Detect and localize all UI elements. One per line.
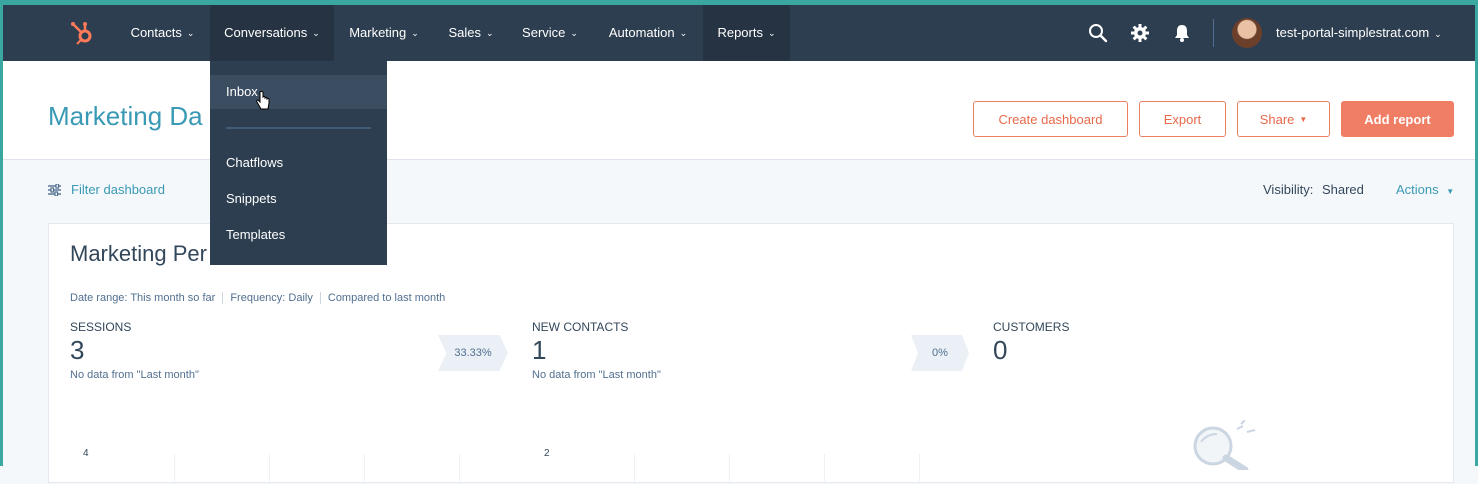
- axis-tick-label: 4: [83, 448, 89, 459]
- top-navigation: Contacts ⌄ Conversations ⌄ Marketing ⌄ Sale…: [0, 5, 1478, 61]
- nav-label: Sales: [448, 25, 481, 40]
- bell-icon[interactable]: [1171, 22, 1193, 44]
- nav-label: Conversations: [224, 25, 308, 40]
- search-icon[interactable]: [1087, 22, 1109, 44]
- page-title: Marketing Da: [48, 101, 203, 131]
- kpi-value: 1: [532, 335, 547, 365]
- badge-value: 0%: [932, 347, 948, 359]
- add-report-button[interactable]: Add report: [1341, 101, 1454, 137]
- kpi-customers: CUSTOMERS 0: [993, 320, 1069, 365]
- button-label: Create dashboard: [998, 111, 1103, 127]
- card-title: Marketing Per: [70, 241, 207, 266]
- conversations-dropdown-menu: Inbox Chatflows Snippets Templates: [210, 61, 387, 265]
- report-meta: Date range: This month so far Frequency: …: [70, 292, 446, 305]
- nav-reports[interactable]: Reports ⌄: [703, 5, 790, 61]
- nav-divider: [1213, 19, 1214, 47]
- export-button[interactable]: Export: [1139, 101, 1226, 137]
- kpi-label: SESSIONS: [70, 320, 132, 334]
- button-label: Share: [1259, 111, 1295, 127]
- compared-to: Compared to last month: [327, 292, 446, 304]
- chevron-down-icon: ⌄: [485, 28, 494, 38]
- nav-automation[interactable]: Automation ⌄: [598, 5, 698, 61]
- frequency: Frequency: Daily: [230, 292, 313, 304]
- window-frame-top: [0, 0, 1478, 5]
- nav-sales[interactable]: Sales ⌄: [440, 5, 502, 61]
- portal-account-menu[interactable]: test-portal-simplestrat.com ⌄: [1276, 5, 1442, 61]
- kpi-note: No data from "Last month": [532, 369, 661, 381]
- portal-name: test-portal-simplestrat.com: [1276, 25, 1430, 40]
- kpi-value: 0: [993, 335, 1008, 365]
- nav-label: Automation: [608, 25, 675, 40]
- change-badge: 33.33%: [438, 335, 508, 371]
- menu-item-chatflows[interactable]: Chatflows: [210, 146, 387, 180]
- kpi-label: CUSTOMERS: [993, 320, 1070, 334]
- kpi-note: No data from "Last month": [70, 369, 199, 381]
- button-label: Export: [1163, 111, 1202, 127]
- gridline: [919, 454, 920, 484]
- caret-down-icon: ▼: [1299, 114, 1308, 124]
- gridline: [729, 454, 730, 484]
- chevron-down-icon: ⌄: [186, 28, 195, 38]
- chevron-down-icon: ⌄: [411, 28, 419, 38]
- hubspot-logo-icon[interactable]: [68, 19, 96, 47]
- hand-cursor-icon: [256, 91, 270, 110]
- chevron-down-icon: ⌄: [767, 28, 776, 38]
- button-label: Add report: [1364, 111, 1431, 127]
- meta-divider: [319, 292, 321, 305]
- gridline: [634, 454, 635, 484]
- create-dashboard-button[interactable]: Create dashboard: [973, 101, 1128, 137]
- date-range: Date range: This month so far: [70, 292, 216, 304]
- gridline: [364, 454, 365, 484]
- badge-value: 33.33%: [454, 347, 492, 359]
- visibility-value: Shared: [1321, 182, 1364, 197]
- caret-down-icon: ▼: [1446, 187, 1455, 196]
- visibility-info: Visibility: Shared: [1263, 182, 1364, 197]
- chevron-down-icon: ⌄: [312, 28, 320, 38]
- gridline: [459, 454, 460, 484]
- nav-label: Service: [522, 25, 566, 40]
- chevron-down-icon: ⌄: [679, 28, 688, 38]
- kpi-new-contacts: NEW CONTACTS 1 No data from "Last month": [532, 320, 661, 381]
- gridline: [269, 454, 270, 484]
- kpi-label: NEW CONTACTS: [532, 320, 629, 334]
- kpi-sessions: SESSIONS 3 No data from "Last month": [70, 320, 199, 381]
- nav-label: Marketing: [349, 25, 407, 40]
- actions-label: Actions: [1396, 182, 1439, 197]
- sliders-icon[interactable]: [48, 184, 61, 196]
- chevron-down-icon: ⌄: [570, 28, 578, 38]
- filter-dashboard-link[interactable]: Filter dashboard: [71, 182, 165, 197]
- gridline: [174, 454, 175, 484]
- nav-label: Contacts: [130, 25, 182, 40]
- visibility-label: Visibility:: [1263, 182, 1314, 197]
- avatar[interactable]: [1232, 18, 1262, 48]
- change-badge: 0%: [911, 335, 969, 371]
- menu-item-label: Snippets: [226, 191, 277, 206]
- actions-menu[interactable]: Actions ▼: [1396, 182, 1454, 197]
- nav-service[interactable]: Service ⌄: [514, 5, 586, 61]
- menu-item-snippets[interactable]: Snippets: [210, 182, 387, 216]
- chevron-down-icon: ⌄: [1434, 29, 1442, 39]
- axis-tick-label: 2: [544, 448, 550, 459]
- window-frame-left: [0, 0, 3, 466]
- menu-item-inbox[interactable]: Inbox: [210, 75, 387, 109]
- nav-conversations[interactable]: Conversations ⌄: [210, 5, 334, 61]
- nav-marketing[interactable]: Marketing ⌄: [338, 5, 430, 61]
- menu-separator: [226, 127, 371, 129]
- nav-contacts[interactable]: Contacts ⌄: [120, 5, 205, 61]
- kpi-value: 3: [70, 335, 85, 365]
- menu-item-label: Chatflows: [226, 155, 284, 170]
- gridline: [824, 454, 825, 484]
- menu-item-templates[interactable]: Templates: [210, 218, 387, 252]
- menu-item-label: Inbox: [226, 84, 258, 99]
- magnifier-illustration-icon: [1193, 420, 1256, 470]
- gear-icon[interactable]: [1129, 22, 1151, 44]
- menu-item-label: Templates: [226, 227, 286, 242]
- share-button[interactable]: Share ▼: [1237, 101, 1330, 137]
- meta-divider: [222, 292, 224, 305]
- nav-label: Reports: [717, 25, 763, 40]
